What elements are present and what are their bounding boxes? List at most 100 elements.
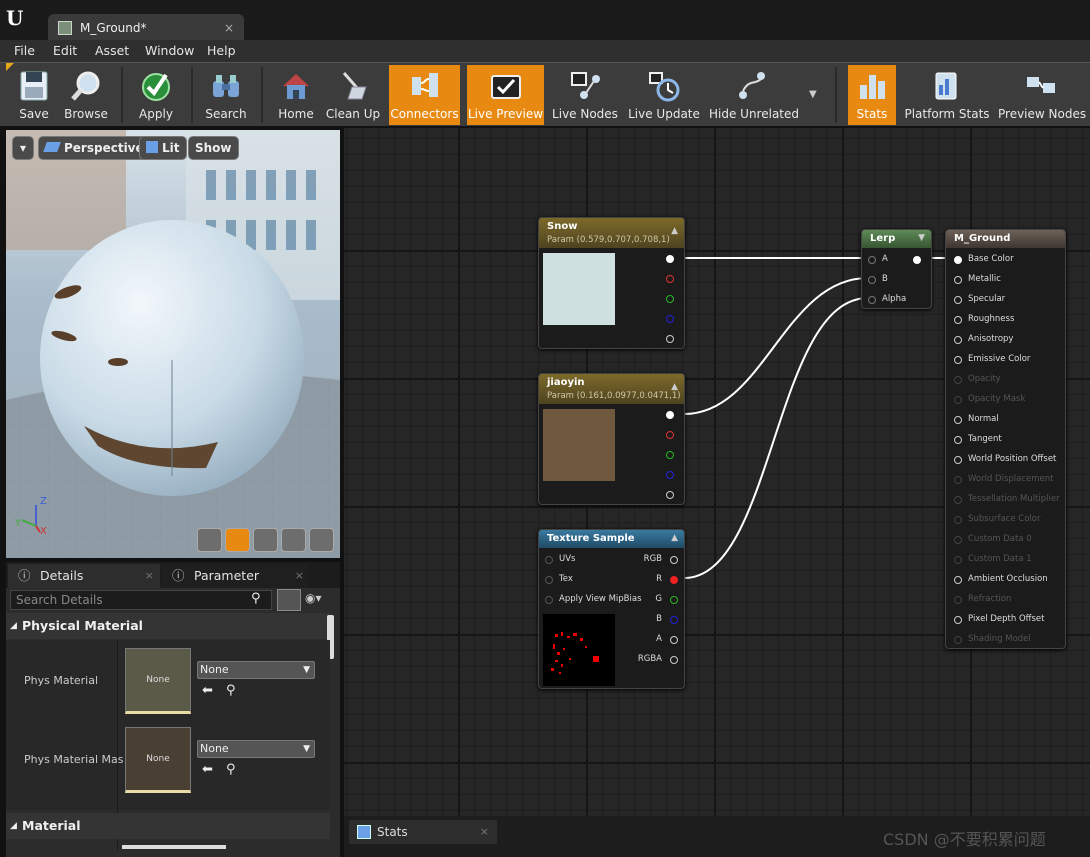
- input-pin-anisotropy[interactable]: [954, 336, 962, 344]
- browse-button[interactable]: Browse: [60, 65, 112, 125]
- toolbar-overflow-icon[interactable]: ▼: [809, 89, 817, 100]
- output-pin-rgb[interactable]: [666, 255, 674, 263]
- preview-nodes-button[interactable]: Preview Nodes: [998, 65, 1086, 125]
- collapse-node-icon[interactable]: ▲: [671, 382, 678, 392]
- menu-window[interactable]: Window: [145, 43, 194, 58]
- connectors-button[interactable]: Connectors: [389, 65, 460, 125]
- output-pin-r[interactable]: [666, 431, 674, 439]
- close-tab-icon[interactable]: ×: [292, 564, 304, 588]
- m-ground-node-header[interactable]: M_Ground: [946, 230, 1065, 248]
- phys-material-mask-thumbnail[interactable]: None: [125, 727, 191, 793]
- output-pin-a[interactable]: [666, 335, 674, 343]
- snow-node-header[interactable]: Snow Param (0.579,0.707,0.708,1): [539, 218, 684, 248]
- live-preview-button[interactable]: Live Preview: [467, 65, 544, 125]
- tab-parameter-defaults[interactable]: ⓘ Parameter Defaults ×: [162, 564, 308, 588]
- visibility-eye-icon[interactable]: ◉▾: [305, 591, 322, 605]
- input-pin-normal[interactable]: [954, 416, 962, 424]
- live-update-button[interactable]: Live Update: [628, 65, 700, 125]
- preview-cube-icon[interactable]: [281, 528, 306, 552]
- input-pin-refraction[interactable]: [954, 596, 962, 604]
- output-pin-rgba[interactable]: [670, 656, 678, 664]
- input-pin-ambient-occlusion[interactable]: [954, 576, 962, 584]
- m-ground-result-node[interactable]: M_Ground Base Color Metallic Specular Rough…: [945, 229, 1066, 649]
- input-pin-pixel-depth-offset[interactable]: [954, 616, 962, 624]
- preview-teapot-icon[interactable]: [309, 528, 334, 552]
- tab-details[interactable]: ⓘ Details ×: [8, 564, 160, 588]
- property-matrix-icon[interactable]: [277, 589, 301, 611]
- jiaoyin-node-header[interactable]: jiaoyin Param (0.161,0.0977,0.0471,1): [539, 374, 684, 404]
- output-pin-r[interactable]: [666, 275, 674, 283]
- viewport-options-button[interactable]: ▾: [12, 136, 34, 160]
- input-pin-emissive-color[interactable]: [954, 356, 962, 364]
- output-pin-g[interactable]: [666, 451, 674, 459]
- platform-stats-button[interactable]: Platform Stats: [904, 65, 990, 125]
- phys-material-combo[interactable]: None ▼: [197, 661, 315, 679]
- preview-plane-icon[interactable]: [253, 528, 278, 552]
- input-pin-opacity[interactable]: [954, 376, 962, 384]
- input-pin-tangent[interactable]: [954, 436, 962, 444]
- output-pin-b[interactable]: [666, 471, 674, 479]
- menu-edit[interactable]: Edit: [53, 43, 77, 58]
- input-pin-tessellation-multiplier[interactable]: [954, 496, 962, 504]
- output-pin-rgb[interactable]: [670, 556, 678, 564]
- output-pin-b[interactable]: [670, 616, 678, 624]
- category-material[interactable]: ◢ Material: [6, 813, 330, 839]
- material-graph-canvas[interactable]: Snow Param (0.579,0.707,0.708,1) ▲ jiaoy…: [344, 128, 1090, 816]
- document-tab[interactable]: M_Ground* ×: [48, 14, 244, 42]
- output-pin-a[interactable]: [670, 636, 678, 644]
- input-pin-uvs[interactable]: [545, 556, 553, 564]
- output-pin-r[interactable]: [670, 576, 678, 584]
- texture-sample-node-header[interactable]: Texture Sample: [539, 530, 684, 548]
- preview-cylinder-icon[interactable]: [197, 528, 222, 552]
- collapse-node-icon[interactable]: ▼: [918, 233, 925, 243]
- output-pin-a[interactable]: [666, 491, 674, 499]
- input-pin-custom-data-1[interactable]: [954, 556, 962, 564]
- input-pin-specular[interactable]: [954, 296, 962, 304]
- preview-sphere-icon[interactable]: [225, 528, 250, 552]
- show-button[interactable]: Show: [188, 136, 239, 160]
- preview-viewport[interactable]: Z Y X ▾ Perspective Lit Show: [6, 130, 340, 558]
- close-tab-icon[interactable]: ×: [480, 820, 489, 844]
- input-pin-alpha[interactable]: [868, 296, 876, 304]
- input-pin-world-position-offset[interactable]: [954, 456, 962, 464]
- input-pin-subsurface-color[interactable]: [954, 516, 962, 524]
- phys-material-mask-combo[interactable]: None ▼: [197, 740, 315, 758]
- next-row-field[interactable]: [122, 845, 226, 849]
- input-pin-world-displacement[interactable]: [954, 476, 962, 484]
- use-selected-arrow-icon[interactable]: ⬅: [202, 683, 213, 698]
- output-pin-result[interactable]: [913, 256, 921, 264]
- save-button[interactable]: Save: [10, 65, 58, 125]
- collapse-node-icon[interactable]: ▲: [671, 533, 678, 543]
- input-pin-a[interactable]: [868, 256, 876, 264]
- menu-asset[interactable]: Asset: [95, 43, 129, 58]
- output-pin-rgb[interactable]: [666, 411, 674, 419]
- perspective-button[interactable]: Perspective: [38, 136, 151, 160]
- input-pin-roughness[interactable]: [954, 316, 962, 324]
- search-button[interactable]: Search: [201, 65, 251, 125]
- input-pin-metallic[interactable]: [954, 276, 962, 284]
- browse-asset-icon[interactable]: ⚲: [226, 683, 236, 698]
- input-pin-custom-data-0[interactable]: [954, 536, 962, 544]
- tab-stats[interactable]: Stats ×: [349, 820, 497, 844]
- input-pin-mipbias[interactable]: [545, 596, 553, 604]
- menu-help[interactable]: Help: [207, 43, 236, 58]
- input-pin-tex[interactable]: [545, 576, 553, 584]
- input-pin-shading-model[interactable]: [954, 636, 962, 644]
- search-details-input[interactable]: Search Details: [10, 590, 272, 610]
- snow-node[interactable]: Snow Param (0.579,0.707,0.708,1) ▲: [538, 217, 685, 349]
- use-selected-arrow-icon[interactable]: ⬅: [202, 762, 213, 777]
- stats-button[interactable]: Stats: [848, 65, 896, 125]
- close-tab-icon[interactable]: ×: [224, 14, 234, 42]
- category-physical-material[interactable]: ◢ Physical Material: [6, 613, 330, 639]
- input-pin-opacity-mask[interactable]: [954, 396, 962, 404]
- texture-sample-node[interactable]: Texture Sample ▲ UVs Tex Apply View MipB…: [538, 529, 685, 689]
- collapse-node-icon[interactable]: ▲: [671, 226, 678, 236]
- output-pin-g[interactable]: [666, 295, 674, 303]
- close-tab-icon[interactable]: ×: [145, 564, 154, 588]
- hide-unrelated-button[interactable]: Hide Unrelated: [709, 65, 799, 125]
- clean-up-button[interactable]: Clean Up: [324, 65, 382, 125]
- live-nodes-button[interactable]: Live Nodes: [551, 65, 619, 125]
- output-pin-b[interactable]: [666, 315, 674, 323]
- browse-asset-icon[interactable]: ⚲: [226, 762, 236, 777]
- input-pin-base-color[interactable]: [954, 256, 962, 264]
